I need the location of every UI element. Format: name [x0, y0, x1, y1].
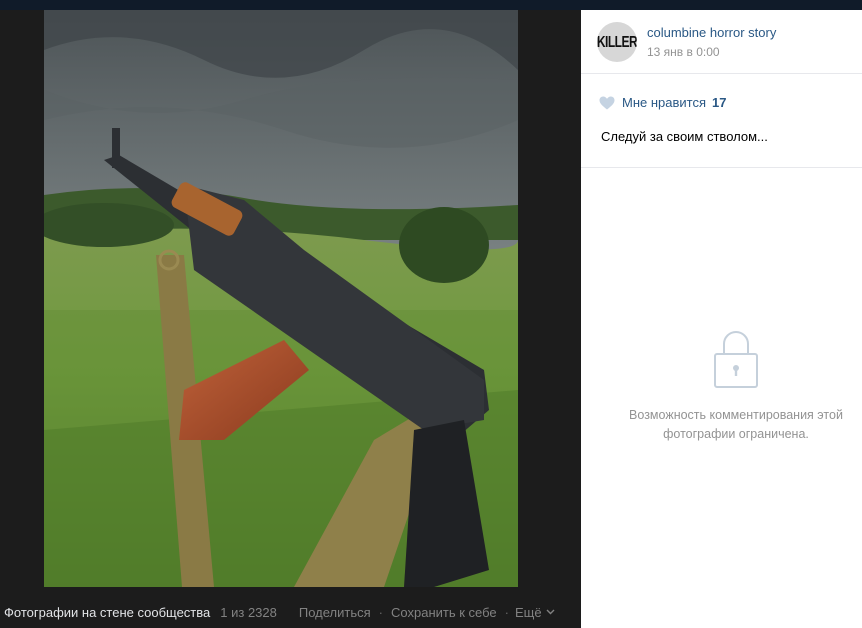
photo[interactable] [44, 10, 518, 587]
photo-image [44, 10, 518, 587]
photo-caption: Следуй за своим стволом... [601, 129, 768, 144]
post-author: KILLER columbine horror story 13 янв в 0… [597, 22, 776, 62]
top-bar [0, 0, 862, 10]
separator-dot: · [378, 604, 384, 620]
comments-restricted-note: Возможность комментирования этой фотогра… [629, 408, 843, 441]
avatar[interactable]: KILLER [597, 22, 637, 62]
like-button[interactable]: Мне нравится 17 [599, 95, 726, 110]
author-name[interactable]: columbine horror story [647, 25, 776, 40]
heart-icon [599, 96, 615, 109]
more-label: Ещё [514, 604, 542, 620]
photo-viewer: Фотографии на стене сообщества 1 из 2328… [0, 10, 581, 628]
divider [581, 73, 862, 74]
save-button[interactable]: Сохранить к себе [391, 605, 497, 620]
chevron-down-icon [546, 609, 555, 615]
album-link[interactable]: Фотографии на стене сообщества [4, 605, 210, 620]
post-date[interactable]: 13 янв в 0:00 [647, 45, 776, 59]
more-button[interactable]: Ещё [515, 605, 555, 620]
like-count: 17 [712, 95, 727, 110]
like-label: Мне нравится [622, 95, 707, 110]
photo-counter: 1 из 2328 [220, 604, 277, 620]
divider [581, 167, 862, 168]
avatar-text: KILLER [597, 32, 637, 52]
photo-footer: Фотографии на стене сообщества 1 из 2328… [0, 596, 581, 628]
lock-icon [714, 331, 758, 388]
share-button[interactable]: Поделиться [299, 605, 371, 620]
info-panel: KILLER columbine horror story 13 янв в 0… [581, 10, 862, 628]
separator-dot: · [504, 604, 509, 620]
